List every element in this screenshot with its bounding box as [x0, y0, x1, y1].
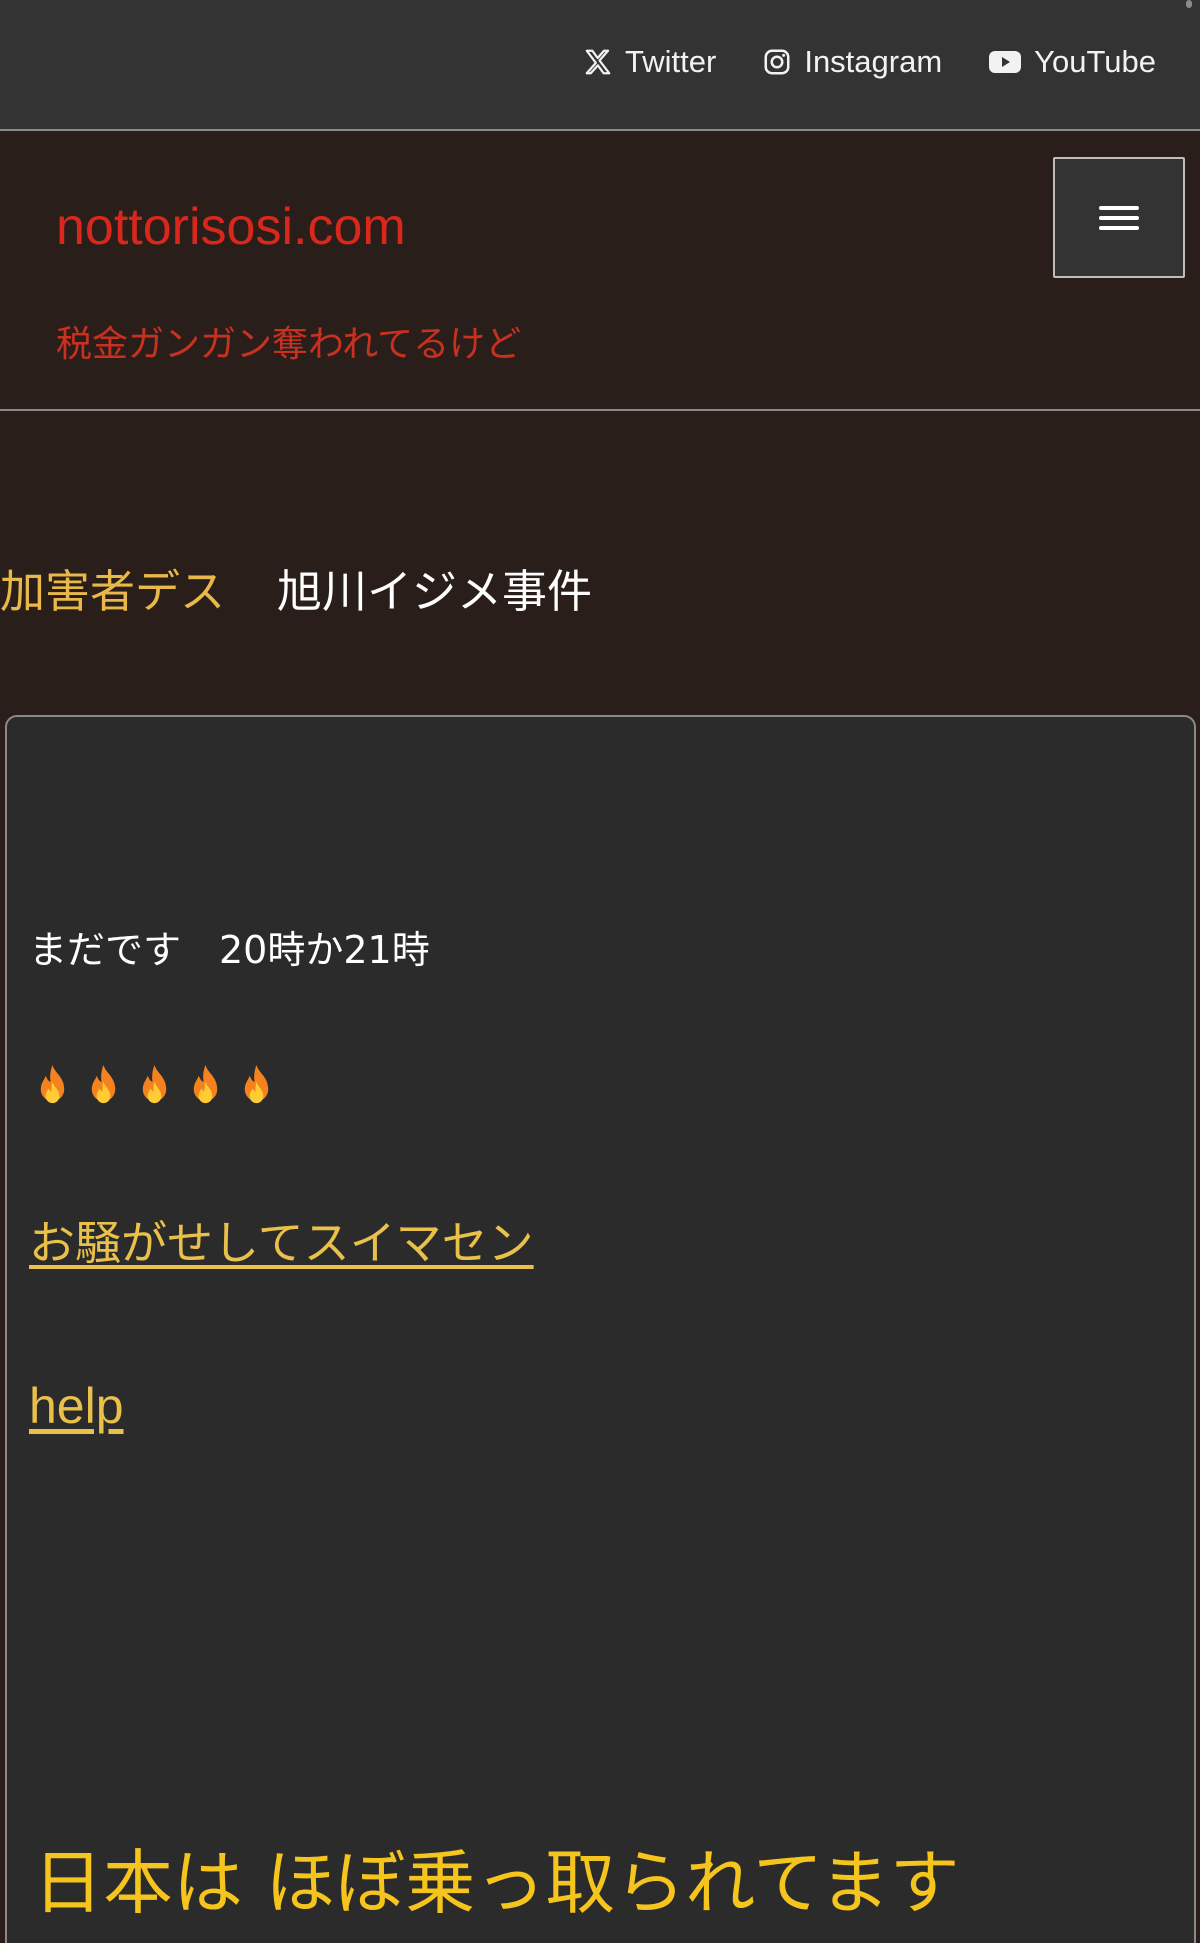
instagram-link[interactable]: Instagram	[762, 44, 942, 80]
site-title-link[interactable]: nottorisosi.com	[56, 197, 406, 257]
youtube-icon	[988, 49, 1022, 75]
status-text: まだです 20時か21時	[29, 928, 430, 972]
fire-icon	[131, 1062, 178, 1109]
post-content-card: まだです 20時か21時 お騒がせしてスイマセン help 日本は ほぼ乗っ取ら…	[5, 715, 1196, 1943]
post-heading: 旭川イジメ事件	[277, 565, 593, 618]
site-tagline: 税金ガンガン奪われてるけど	[56, 324, 522, 365]
youtube-label: YouTube	[1034, 44, 1156, 79]
fire-icon	[182, 1062, 229, 1109]
post-title: 加害者デス 旭川イジメ事件	[0, 555, 592, 620]
headline-text: 日本は ほぼ乗っ取られてます	[33, 1842, 960, 1924]
site-header: nottorisosi.com 税金ガンガン奪われてるけど	[0, 133, 1200, 411]
top-social-bar: Twitter Instagram YouTube	[0, 0, 1200, 131]
fire-icon	[233, 1062, 280, 1109]
fire-icon	[29, 1062, 76, 1109]
social-links: Twitter Instagram YouTube	[583, 44, 1156, 80]
twitter-label: Twitter	[625, 44, 717, 79]
fire-emoji-row	[29, 1062, 280, 1109]
instagram-label: Instagram	[804, 44, 943, 79]
post-category[interactable]: 加害者デス	[0, 555, 225, 620]
scrollbar-indicator	[1186, 0, 1192, 8]
apology-link[interactable]: お騒がせしてスイマセン	[29, 1207, 534, 1273]
youtube-link[interactable]: YouTube	[988, 44, 1156, 80]
twitter-link[interactable]: Twitter	[583, 44, 716, 80]
fire-icon	[80, 1062, 127, 1109]
menu-toggle-button[interactable]	[1053, 157, 1185, 278]
x-twitter-icon	[583, 47, 613, 77]
instagram-icon	[762, 47, 792, 77]
help-link[interactable]: help	[29, 1377, 124, 1435]
hamburger-menu-icon	[1099, 200, 1139, 236]
